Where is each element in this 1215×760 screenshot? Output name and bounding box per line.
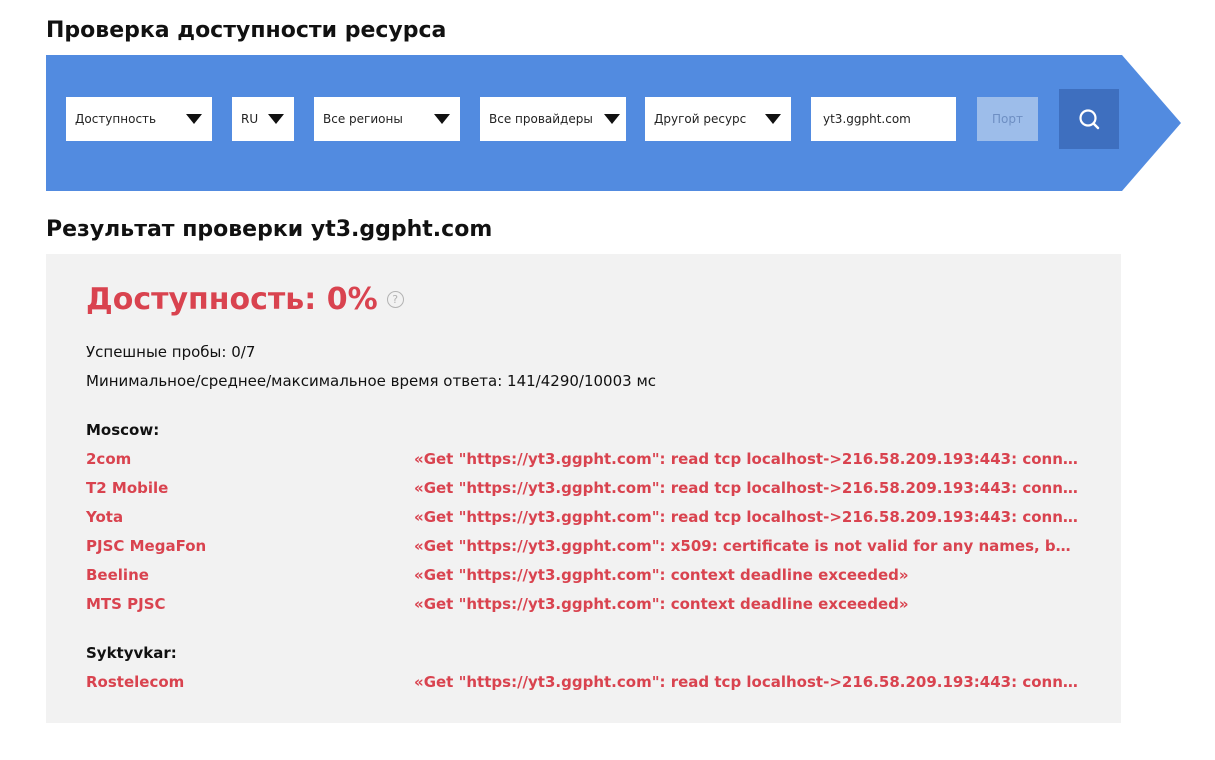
result-panel: Доступность: 0% ? Успешные пробы: 0/7 Ми… <box>46 254 1121 723</box>
chevron-down-icon <box>434 114 450 124</box>
error-message: «Get "https://yt3.ggpht.com": x509: cert… <box>414 537 1080 555</box>
resource-type-label: Другой ресурс <box>654 112 747 126</box>
error-message: «Get "https://yt3.ggpht.com": read tcp l… <box>414 673 1080 691</box>
success-probes: Успешные пробы: 0/7 <box>86 343 256 361</box>
check-type-select[interactable]: Доступность <box>66 97 212 141</box>
chevron-down-icon <box>186 114 202 124</box>
page-title: Проверка доступности ресурса <box>46 18 447 43</box>
availability-value: Доступность: 0% <box>86 282 378 317</box>
error-message: «Get "https://yt3.ggpht.com": read tcp l… <box>414 450 1080 468</box>
search-button[interactable] <box>1059 89 1119 149</box>
result-title: Результат проверки yt3.ggpht.com <box>46 217 493 242</box>
provider-name: Beeline <box>86 566 149 584</box>
country-select[interactable]: RU <box>232 97 294 141</box>
provider-name: Yota <box>86 508 124 526</box>
provider-name: T2 Mobile <box>86 479 169 497</box>
error-message: «Get "https://yt3.ggpht.com": context de… <box>414 566 909 584</box>
country-label: RU <box>241 112 259 126</box>
host-input[interactable] <box>811 97 956 141</box>
region-select[interactable]: Все регионы <box>314 97 460 141</box>
question-circle-icon[interactable]: ? <box>386 291 404 308</box>
resource-type-select[interactable]: Другой ресурс <box>645 97 791 141</box>
port-input[interactable] <box>977 97 1038 141</box>
availability-heading: Доступность: 0% ? <box>86 282 404 317</box>
error-message: «Get "https://yt3.ggpht.com": read tcp l… <box>414 508 1080 526</box>
check-type-label: Доступность <box>75 112 157 126</box>
city-heading: Moscow: <box>86 421 160 439</box>
city-heading: Syktyvkar: <box>86 644 177 662</box>
provider-name: 2com <box>86 450 132 468</box>
region-label: Все регионы <box>323 112 403 126</box>
provider-name: PJSC MegaFon <box>86 537 207 555</box>
provider-select[interactable]: Все провайдеры <box>480 97 626 141</box>
provider-label: Все провайдеры <box>489 112 593 126</box>
chevron-down-icon <box>268 114 284 124</box>
provider-name: Rostelecom <box>86 673 185 691</box>
provider-name: MTS PJSC <box>86 595 166 613</box>
search-icon <box>1079 109 1100 130</box>
response-time: Минимальное/среднее/максимальное время о… <box>86 372 657 390</box>
chevron-down-icon <box>765 114 781 124</box>
chevron-down-icon <box>604 114 620 124</box>
error-message: «Get "https://yt3.ggpht.com": read tcp l… <box>414 479 1080 497</box>
error-message: «Get "https://yt3.ggpht.com": context de… <box>414 595 909 613</box>
